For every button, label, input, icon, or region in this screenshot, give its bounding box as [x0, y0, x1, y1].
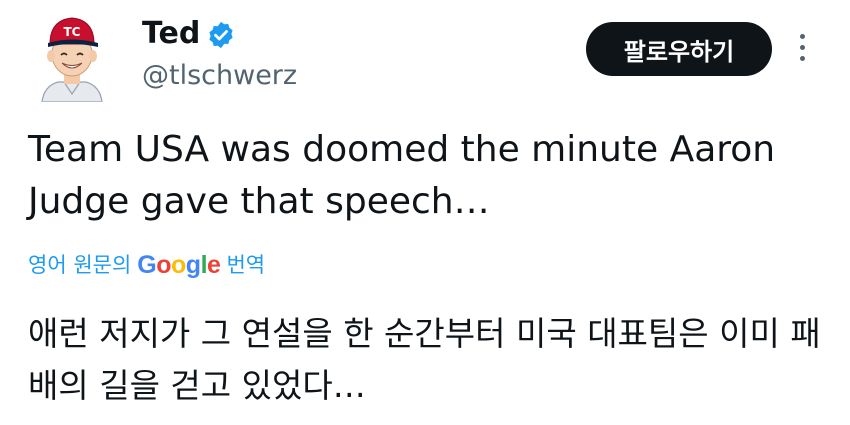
avatar[interactable]: TC	[34, 10, 110, 103]
more-vertical-icon[interactable]	[795, 34, 809, 68]
svg-text:TC: TC	[64, 25, 81, 39]
translation-suffix: 번역	[226, 253, 266, 277]
author-display-name[interactable]: Ted	[142, 14, 200, 54]
translation-attribution[interactable]: 영어 원문의 Google 번역	[28, 250, 265, 280]
author-handle[interactable]: @tlschwerz	[142, 58, 297, 94]
translation-prefix: 영어 원문의	[28, 253, 132, 277]
follow-button[interactable]: 팔로우하기	[586, 22, 772, 76]
translated-tweet-text: 애런 저지가 그 연설을 한 순간부터 미국 대표팀은 이미 패배의 길을 걷고…	[28, 314, 821, 405]
author-name-row[interactable]: Ted	[142, 14, 236, 54]
tweet-text: Team USA was doomed the minute Aaron Jud…	[28, 129, 776, 222]
verified-badge-icon	[206, 20, 236, 50]
google-logo: Google	[137, 251, 221, 279]
